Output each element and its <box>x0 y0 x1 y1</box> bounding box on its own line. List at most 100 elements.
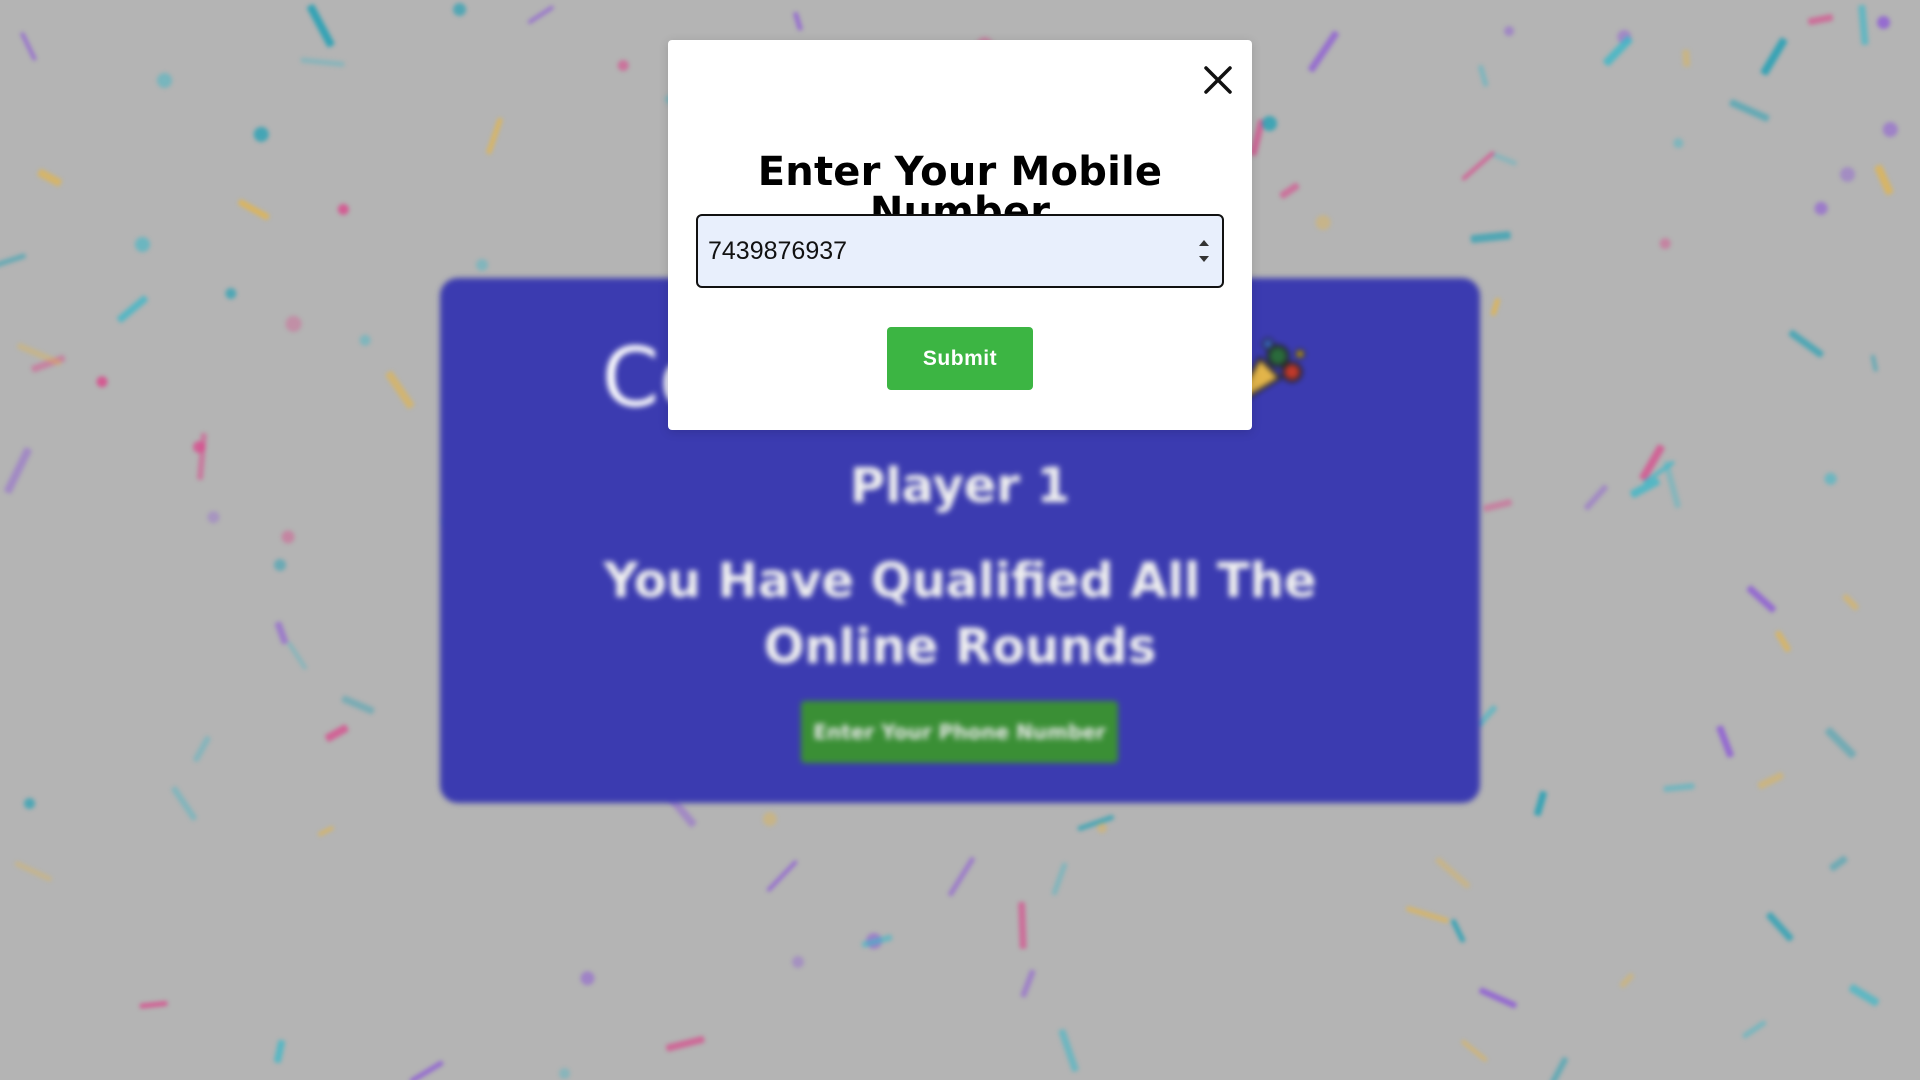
confetti-piece <box>1824 726 1857 759</box>
confetti-piece <box>1874 13 1893 32</box>
confetti-piece <box>251 124 272 145</box>
confetti-piece <box>286 641 308 671</box>
confetti-piece <box>93 373 110 390</box>
confetti-piece <box>1307 30 1340 74</box>
confetti-piece <box>1470 231 1512 243</box>
confetti-piece <box>765 859 799 893</box>
confetti-piece <box>283 313 305 335</box>
confetti-piece <box>1828 855 1849 872</box>
submit-button[interactable]: Submit <box>887 327 1033 390</box>
confetti-piece <box>1076 814 1115 832</box>
confetti-piece <box>789 953 807 971</box>
confetti-piece <box>1491 151 1518 167</box>
confetti-piece <box>1848 983 1880 1007</box>
confetti-piece <box>665 1035 705 1052</box>
confetti-piece <box>1058 1029 1080 1073</box>
confetti-piece <box>1583 483 1609 511</box>
confetti-piece <box>1838 165 1857 184</box>
confetti-piece <box>1262 116 1277 131</box>
player-name: Player 1 <box>849 458 1071 514</box>
confetti-piece <box>485 117 503 155</box>
confetti-piece <box>1663 782 1695 793</box>
confetti-piece <box>577 968 598 989</box>
confetti-piece <box>1434 856 1471 889</box>
confetti-piece <box>760 809 780 829</box>
confetti-piece <box>1658 236 1673 251</box>
confetti-piece <box>196 432 208 480</box>
confetti-piece <box>341 695 376 715</box>
confetti-piece <box>19 31 38 62</box>
confetti-piece <box>1406 905 1450 924</box>
phone-input-container <box>696 214 1224 288</box>
confetti-piece <box>116 294 149 324</box>
confetti-piece <box>36 168 63 187</box>
confetti-piece <box>1314 213 1332 231</box>
confetti-piece <box>1503 25 1515 37</box>
confetti-piece <box>274 620 289 645</box>
enter-phone-number-button: Enter Your Phone Number <box>801 701 1118 763</box>
confetti-piece <box>139 1000 168 1010</box>
confetti-piece <box>358 333 373 348</box>
confetti-piece <box>1858 4 1869 46</box>
confetti-piece <box>1812 199 1830 217</box>
spin-down-icon[interactable] <box>1199 256 1209 262</box>
confetti-piece <box>1807 13 1834 26</box>
confetti-piece <box>1728 98 1770 122</box>
confetti-piece <box>1460 150 1496 182</box>
confetti-piece <box>306 3 336 48</box>
confetti-piece <box>1549 1056 1569 1080</box>
confetti-piece <box>1880 119 1900 139</box>
confetti-piece <box>527 4 555 25</box>
confetti-piece <box>1478 987 1518 1009</box>
number-spinner[interactable] <box>1198 240 1210 262</box>
confetti-piece <box>384 370 415 410</box>
close-button[interactable] <box>1198 60 1238 100</box>
confetti-piece <box>1533 790 1548 817</box>
confetti-piece <box>1278 181 1300 200</box>
confetti-piece <box>1018 901 1027 949</box>
confetti-piece <box>792 11 804 32</box>
confetti-piece <box>0 253 27 270</box>
confetti-piece <box>300 57 345 67</box>
confetti-piece <box>134 236 151 253</box>
confetti-piece <box>473 256 491 274</box>
confetti-piece <box>1822 470 1840 488</box>
mobile-number-modal: Enter Your Mobile Number Submit <box>668 40 1252 430</box>
confetti-piece <box>14 860 53 882</box>
confetti-piece <box>272 557 288 573</box>
confetti-piece <box>170 785 198 822</box>
confetti-piece <box>617 59 630 72</box>
confetti-piece <box>1873 163 1894 196</box>
confetti-piece <box>223 286 238 301</box>
confetti-piece <box>1051 862 1069 896</box>
confetti-piece <box>408 1060 445 1080</box>
confetti-piece <box>1774 630 1792 653</box>
confetti-piece <box>3 446 32 495</box>
confetti-piece <box>1450 918 1466 943</box>
confetti-piece <box>556 1065 573 1080</box>
confetti-piece <box>23 797 35 809</box>
confetti-piece <box>1745 584 1777 614</box>
confetti-piece <box>1760 36 1788 77</box>
close-icon <box>1204 66 1232 94</box>
confetti-piece <box>237 199 271 221</box>
confetti-piece <box>1870 354 1879 372</box>
confetti-piece <box>156 72 173 89</box>
confetti-piece <box>1460 1039 1488 1063</box>
confetti-piece <box>1788 329 1825 359</box>
confetti-piece <box>1756 771 1785 790</box>
confetti-piece <box>317 825 335 837</box>
confetti-piece <box>1020 968 1036 998</box>
confetti-piece <box>273 1039 286 1064</box>
confetti-piece <box>204 508 222 526</box>
confetti-piece <box>1682 49 1691 67</box>
spin-up-icon[interactable] <box>1199 240 1209 246</box>
confetti-piece <box>947 856 976 897</box>
confetti-piece <box>279 528 296 545</box>
confetti-piece <box>192 735 212 763</box>
confetti-piece <box>1482 498 1513 513</box>
confetti-piece <box>1478 64 1489 88</box>
confetti-piece <box>1096 822 1108 834</box>
mobile-number-input[interactable] <box>708 216 1168 286</box>
confetti-piece <box>1742 1019 1767 1039</box>
